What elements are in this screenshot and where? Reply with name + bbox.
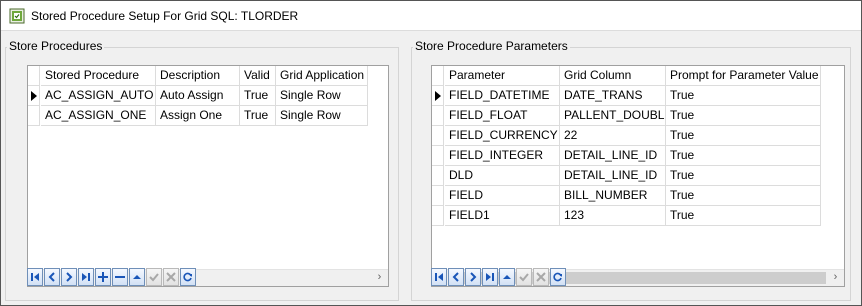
prior-record-button[interactable]: [44, 268, 60, 286]
edit-icon: [503, 275, 511, 279]
post-icon: [149, 273, 159, 282]
column-header[interactable]: Parameter: [445, 66, 560, 86]
last-record-button[interactable]: [482, 268, 498, 286]
table-row[interactable]: FIELD_DATETIME DATE_TRANS True: [432, 86, 822, 106]
last-icon: [82, 273, 90, 281]
table-row[interactable]: FIELD BILL_NUMBER True: [432, 186, 822, 206]
insert-icon: [98, 272, 108, 282]
column-header[interactable]: Prompt for Parameter Value: [666, 66, 821, 86]
next-icon: [470, 272, 477, 282]
table-cell[interactable]: True: [666, 146, 821, 166]
first-record-button[interactable]: [27, 268, 43, 286]
table-cell[interactable]: DETAIL_LINE_ID: [560, 146, 666, 166]
table-cell[interactable]: Single Row: [276, 86, 368, 106]
table-cell[interactable]: True: [240, 106, 276, 126]
parameters-navigator: [431, 268, 567, 290]
column-header[interactable]: Description: [156, 66, 240, 86]
last-icon: [486, 273, 494, 281]
store-procedures-panel: Store Procedures Stored Procedure Descri…: [5, 39, 399, 301]
table-cell[interactable]: FIELD: [445, 186, 560, 206]
store-procedures-title: Store Procedures: [7, 39, 105, 53]
table-cell[interactable]: FIELD_INTEGER: [445, 146, 560, 166]
column-header[interactable]: Grid Column: [560, 66, 666, 86]
post-record-button[interactable]: [146, 268, 162, 286]
refresh-button[interactable]: [550, 268, 566, 286]
table-cell[interactable]: True: [666, 126, 821, 146]
table-cell[interactable]: 123: [560, 206, 666, 226]
window-title: Stored Procedure Setup For Grid SQL: TLO…: [31, 9, 299, 23]
prior-icon: [48, 272, 55, 282]
refresh-icon: [183, 272, 192, 282]
first-icon: [435, 273, 443, 281]
table-row[interactable]: FIELD_CURRENCY 22 True: [432, 126, 822, 146]
table-cell[interactable]: AC_ASSIGN_AUTO: [41, 86, 156, 106]
parameters-grid[interactable]: Parameter Grid Column Prompt for Paramet…: [431, 65, 845, 287]
table-cell[interactable]: 22: [560, 126, 666, 146]
table-cell[interactable]: True: [666, 86, 821, 106]
table-cell[interactable]: FIELD_CURRENCY: [445, 126, 560, 146]
table-cell[interactable]: FIELD_DATETIME: [445, 86, 560, 106]
delete-record-button[interactable]: [112, 268, 128, 286]
next-icon: [66, 272, 73, 282]
refresh-icon: [553, 272, 562, 282]
edit-icon: [133, 275, 141, 279]
table-cell[interactable]: AC_ASSIGN_ONE: [41, 106, 156, 126]
current-row-indicator: [28, 86, 40, 106]
cancel-record-button[interactable]: [163, 268, 179, 286]
table-row[interactable]: AC_ASSIGN_ONE Assign One True Single Row: [28, 106, 368, 126]
delete-icon: [115, 276, 125, 278]
table-cell[interactable]: True: [666, 166, 821, 186]
table-cell[interactable]: FIELD_FLOAT: [445, 106, 560, 126]
edit-record-button[interactable]: [499, 268, 515, 286]
column-header[interactable]: Stored Procedure: [41, 66, 156, 86]
cancel-record-button[interactable]: [533, 268, 549, 286]
prior-record-button[interactable]: [448, 268, 464, 286]
next-record-button[interactable]: [61, 268, 77, 286]
cancel-icon: [536, 272, 546, 282]
grid-header: Parameter Grid Column Prompt for Paramet…: [432, 66, 822, 86]
title-bar: Stored Procedure Setup For Grid SQL: TLO…: [1, 1, 861, 31]
next-record-button[interactable]: [465, 268, 481, 286]
grid-header: Stored Procedure Description Valid Grid …: [28, 66, 368, 86]
current-row-indicator: [432, 86, 444, 106]
refresh-button[interactable]: [180, 268, 196, 286]
edit-record-button[interactable]: [129, 268, 145, 286]
column-header[interactable]: Valid: [240, 66, 276, 86]
table-cell[interactable]: BILL_NUMBER: [560, 186, 666, 206]
first-record-button[interactable]: [431, 268, 447, 286]
table-row[interactable]: AC_ASSIGN_AUTO Auto Assign True Single R…: [28, 86, 368, 106]
stored-procedure-setup-window: Stored Procedure Setup For Grid SQL: TLO…: [0, 0, 862, 306]
table-cell[interactable]: True: [666, 206, 821, 226]
post-icon: [519, 273, 529, 282]
table-row[interactable]: FIELD_INTEGER DETAIL_LINE_ID True: [432, 146, 822, 166]
table-row[interactable]: FIELD_FLOAT PALLENT_DOUBLE True: [432, 106, 822, 126]
scroll-right-icon[interactable]: ›: [371, 270, 388, 286]
last-record-button[interactable]: [78, 268, 94, 286]
table-cell[interactable]: FIELD1: [445, 206, 560, 226]
table-cell[interactable]: DLD: [445, 166, 560, 186]
prior-icon: [452, 272, 459, 282]
table-cell[interactable]: Auto Assign: [156, 86, 240, 106]
insert-record-button[interactable]: [95, 268, 111, 286]
scroll-right-icon[interactable]: ›: [827, 270, 844, 286]
table-row[interactable]: FIELD1 123 True: [432, 206, 822, 226]
app-icon: [9, 8, 25, 24]
column-header[interactable]: Grid Application: [276, 66, 368, 86]
store-procedures-grid[interactable]: Stored Procedure Description Valid Grid …: [27, 65, 389, 287]
store-procedure-parameters-title: Store Procedure Parameters: [413, 39, 570, 53]
store-procedures-navigator: [27, 268, 197, 290]
table-cell[interactable]: True: [240, 86, 276, 106]
table-row[interactable]: DLD DETAIL_LINE_ID True: [432, 166, 822, 186]
table-cell[interactable]: Assign One: [156, 106, 240, 126]
table-cell[interactable]: True: [666, 106, 821, 126]
table-cell[interactable]: PALLENT_DOUBLE: [560, 106, 666, 126]
table-cell[interactable]: Single Row: [276, 106, 368, 126]
table-cell[interactable]: DATE_TRANS: [560, 86, 666, 106]
table-cell[interactable]: DETAIL_LINE_ID: [560, 166, 666, 186]
post-record-button[interactable]: [516, 268, 532, 286]
first-icon: [31, 273, 39, 281]
cancel-icon: [166, 272, 176, 282]
table-cell[interactable]: True: [666, 186, 821, 206]
store-procedure-parameters-panel: Store Procedure Parameters Parameter Gri…: [411, 39, 851, 301]
